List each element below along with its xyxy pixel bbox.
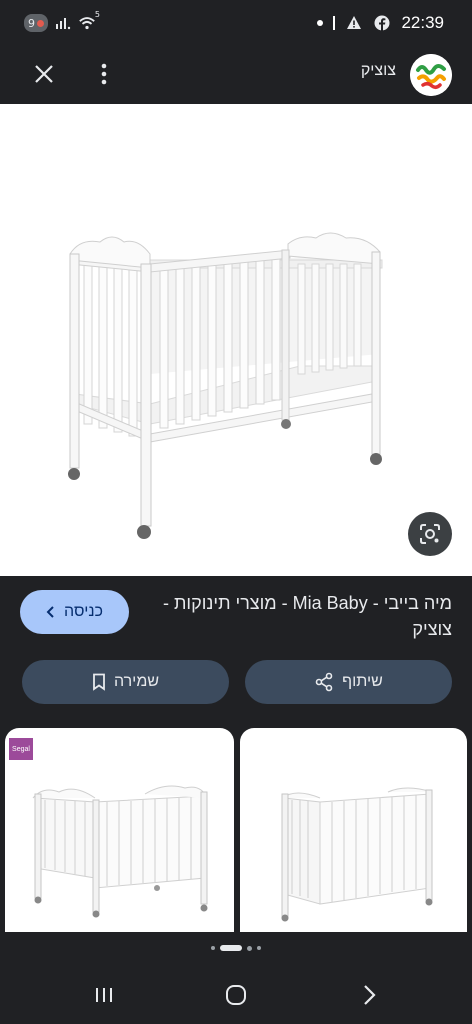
crib-thumbnail-2 <box>281 787 433 922</box>
pager-dot <box>211 946 215 950</box>
visit-button-label: כניסה <box>64 603 103 620</box>
save-button[interactable]: שמירה <box>22 660 229 704</box>
status-left: 9 5 <box>24 10 100 32</box>
recents-icon <box>96 988 112 1002</box>
recording-icon <box>37 19 44 27</box>
crib-thumbnail-1 <box>32 785 208 918</box>
signal-bar-icon <box>333 16 336 30</box>
back-icon <box>364 985 376 1005</box>
clock: 22:39 <box>401 13 444 32</box>
share-button[interactable]: שיתוף <box>245 660 452 704</box>
related-image-1[interactable]: Segal <box>5 728 234 932</box>
close-icon <box>35 65 53 83</box>
status-right: 22:39 <box>317 13 444 33</box>
back-button[interactable] <box>354 980 384 1010</box>
bookmark-icon <box>93 673 105 691</box>
notification-count: 9 <box>28 16 35 30</box>
home-button[interactable] <box>221 980 251 1010</box>
action-row: שמירה שיתוף <box>0 660 472 716</box>
chevron-right-icon <box>46 606 54 618</box>
segal-badge: Segal <box>9 738 33 760</box>
share-icon <box>315 672 333 692</box>
main-product-image[interactable] <box>0 104 472 576</box>
facebook-icon <box>373 14 391 32</box>
result-info: כניסה מיה בייבי - Mia Baby - מוצרי תינוק… <box>0 576 472 660</box>
visit-button[interactable]: כניסה <box>20 590 129 634</box>
related-images: Segal <box>0 728 472 932</box>
save-button-label: שמירה <box>113 673 160 690</box>
top-bar: צוציק <box>0 48 472 104</box>
more-options-button[interactable] <box>90 58 118 90</box>
site-logo-image <box>410 54 452 96</box>
status-bar: 9 5 22:39 <box>0 0 472 48</box>
lens-search-button[interactable] <box>408 512 452 556</box>
crib-illustration <box>0 104 472 576</box>
home-icon <box>226 985 246 1005</box>
recents-button[interactable] <box>89 980 119 1010</box>
site-name[interactable]: צוציק <box>361 62 396 80</box>
related-image-2[interactable] <box>240 728 467 932</box>
more-vert-icon <box>101 63 107 85</box>
wifi-icon: 5 <box>78 10 100 32</box>
system-nav-bar <box>0 962 472 1024</box>
wifi-standard-label: 5 <box>94 10 100 19</box>
pager-dot <box>247 945 252 951</box>
result-title[interactable]: מיה בייבי - Mia Baby - מוצרי תינוקות - צ… <box>152 590 452 642</box>
close-button[interactable] <box>28 58 60 90</box>
pager-dot <box>257 946 261 950</box>
lens-icon <box>420 524 440 544</box>
site-logo[interactable] <box>410 54 452 96</box>
pager-dot-active <box>220 945 242 951</box>
share-button-label: שיתוף <box>342 673 383 690</box>
notification-pill: 9 <box>24 14 48 32</box>
notification-dot-icon <box>317 20 324 26</box>
image-pager <box>0 940 472 956</box>
no-sound-icon <box>54 14 72 32</box>
warning-icon <box>345 14 363 32</box>
